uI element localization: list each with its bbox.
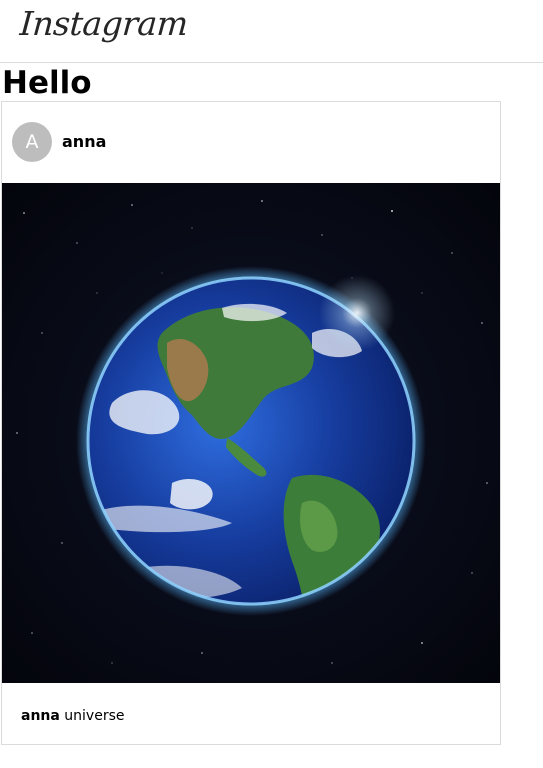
post-card: A anna anna universe bbox=[1, 101, 501, 745]
post-header: A anna bbox=[2, 102, 500, 183]
sun-flare bbox=[319, 275, 395, 351]
caption-text: universe bbox=[64, 708, 125, 724]
instagram-logo[interactable]: Instagram bbox=[19, 4, 189, 44]
post-image-earth[interactable] bbox=[2, 183, 500, 683]
avatar[interactable]: A bbox=[12, 122, 52, 162]
post-caption: anna universe bbox=[21, 706, 124, 726]
page-title: Hello bbox=[2, 65, 92, 101]
app-header: Instagram bbox=[0, 0, 543, 63]
post-username[interactable]: anna bbox=[62, 131, 106, 153]
caption-username[interactable]: anna bbox=[21, 708, 60, 724]
